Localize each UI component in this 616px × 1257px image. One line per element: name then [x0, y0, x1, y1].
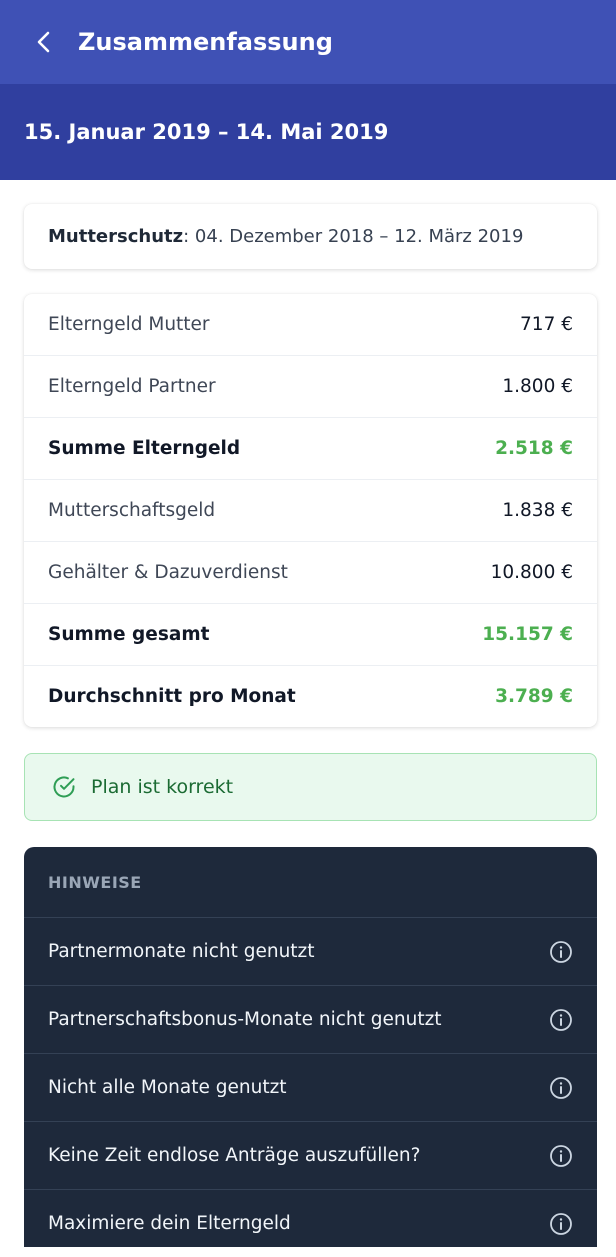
info-icon[interactable]	[549, 940, 573, 964]
hint-label: Nicht alle Monate genutzt	[48, 1077, 287, 1098]
summary-value: 10.800 €	[490, 562, 573, 583]
hint-label: Partnerschaftsbonus-Monate nicht genutzt	[48, 1009, 442, 1030]
summary-value: 3.789 €	[495, 686, 573, 707]
hint-label: Maximiere dein Elterngeld	[48, 1213, 291, 1234]
mutterschutz-value: : 04. Dezember 2018 – 12. März 2019	[183, 226, 524, 247]
check-circle-icon	[51, 774, 77, 800]
summary-value: 2.518 €	[495, 438, 573, 459]
info-icon[interactable]	[549, 1008, 573, 1032]
summary-label: Elterngeld Partner	[48, 376, 216, 397]
summary-label: Durchschnitt pro Monat	[48, 686, 296, 707]
hint-item-partnerschaftsbonus[interactable]: Partnerschaftsbonus-Monate nicht genutzt	[24, 985, 597, 1053]
info-icon[interactable]	[549, 1076, 573, 1100]
app-bar: Zusammenfassung	[0, 0, 616, 84]
date-range: 15. Januar 2019 – 14. Mai 2019	[24, 120, 389, 144]
summary-label: Mutterschaftsgeld	[48, 500, 216, 521]
hints-panel: HINWEISE Partnermonate nicht genutzt Par…	[24, 847, 597, 1247]
summary-label: Elterngeld Mutter	[48, 314, 210, 335]
hint-item-monate[interactable]: Nicht alle Monate genutzt	[24, 1053, 597, 1121]
chevron-left-icon	[37, 31, 50, 53]
summary-row-elterngeld-mutter: Elterngeld Mutter 717 €	[24, 294, 597, 355]
mutterschutz-label: Mutterschutz	[48, 226, 184, 247]
summary-row-elterngeld-partner: Elterngeld Partner 1.800 €	[24, 355, 597, 417]
main-content: Mutterschutz: 04. Dezember 2018 – 12. Mä…	[0, 180, 616, 1247]
summary-card: Elterngeld Mutter 717 € Elterngeld Partn…	[24, 294, 597, 727]
summary-value: 1.838 €	[502, 500, 573, 521]
date-range-banner: 15. Januar 2019 – 14. Mai 2019	[0, 84, 616, 180]
page-title: Zusammenfassung	[78, 28, 333, 56]
plan-status-banner: Plan ist korrekt	[24, 753, 597, 821]
summary-value: 15.157 €	[482, 624, 573, 645]
summary-label: Summe Elterngeld	[48, 438, 241, 459]
hints-heading: HINWEISE	[48, 872, 142, 892]
back-button[interactable]	[30, 28, 58, 56]
hint-item-maximiere[interactable]: Maximiere dein Elterngeld	[24, 1189, 597, 1257]
mutterschutz-card: Mutterschutz: 04. Dezember 2018 – 12. Mä…	[24, 204, 597, 269]
summary-label: Gehälter & Dazuverdienst	[48, 562, 288, 583]
info-icon[interactable]	[549, 1212, 573, 1236]
hint-item-antraege[interactable]: Keine Zeit endlose Anträge auszufüllen?	[24, 1121, 597, 1189]
hint-label: Keine Zeit endlose Anträge auszufüllen?	[48, 1145, 421, 1166]
summary-row-summe-elterngeld: Summe Elterngeld 2.518 €	[24, 417, 597, 479]
summary-label: Summe gesamt	[48, 624, 210, 645]
hint-label: Partnermonate nicht genutzt	[48, 941, 315, 962]
summary-value: 717 €	[520, 314, 573, 335]
hint-item-partnermonate[interactable]: Partnermonate nicht genutzt	[24, 917, 597, 985]
summary-row-mutterschaftsgeld: Mutterschaftsgeld 1.838 €	[24, 479, 597, 541]
summary-row-durchschnitt: Durchschnitt pro Monat 3.789 €	[24, 665, 597, 727]
summary-row-summe-gesamt: Summe gesamt 15.157 €	[24, 603, 597, 665]
info-icon[interactable]	[549, 1144, 573, 1168]
plan-status-text: Plan ist korrekt	[91, 776, 234, 798]
summary-value: 1.800 €	[502, 376, 573, 397]
summary-row-gehaelter: Gehälter & Dazuverdienst 10.800 €	[24, 541, 597, 603]
